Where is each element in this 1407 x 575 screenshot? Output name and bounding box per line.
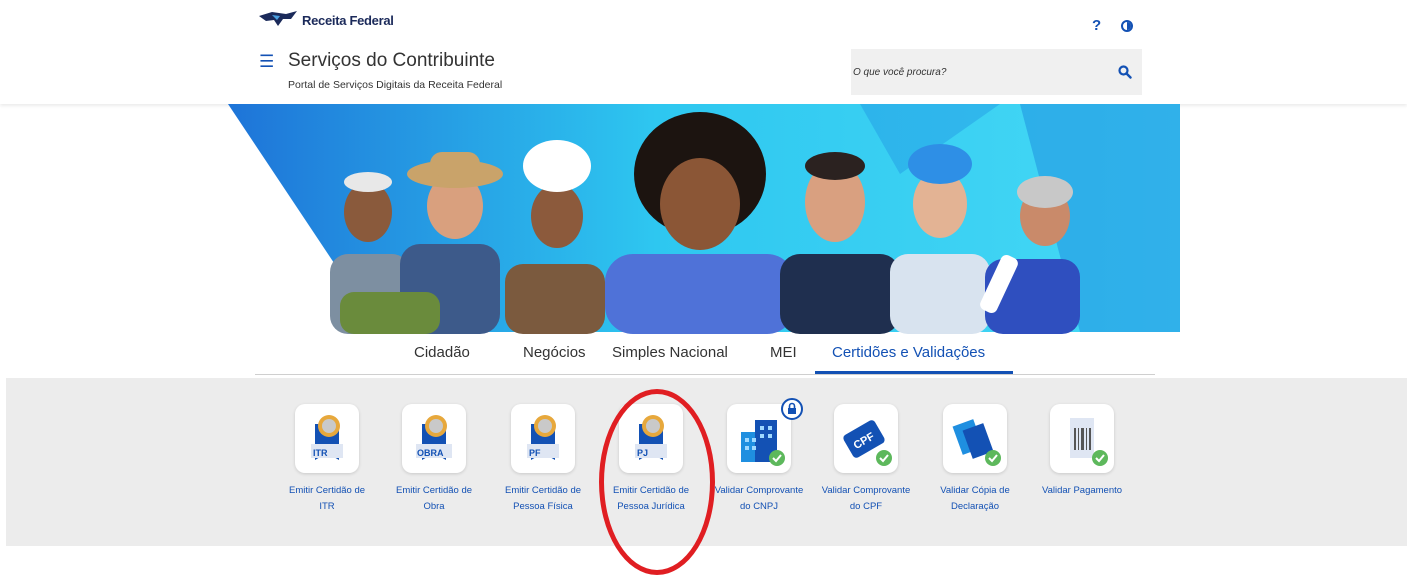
active-tab-indicator — [815, 371, 1013, 374]
page-title: Serviços do Contribuinte — [288, 50, 495, 71]
site-header: Receita Federal ☰ Serviços do Contribuin… — [0, 0, 1407, 104]
svg-text:PF: PF — [529, 448, 541, 458]
tab-simples-nacional[interactable]: Simples Nacional — [612, 344, 728, 361]
page-subtitle: Portal de Serviços Digitais da Receita F… — [288, 79, 503, 91]
certificate-ribbon-icon: OBRA — [402, 404, 466, 473]
logo-text: Receita Federal — [302, 12, 394, 28]
service-card-validar-pagamento[interactable]: Validar Pagamento — [1036, 404, 1128, 499]
barcode-check-icon — [1050, 404, 1114, 473]
svg-text:OBRA: OBRA — [417, 448, 444, 458]
search-icon[interactable] — [1118, 65, 1132, 79]
service-card-certidao-obra[interactable]: OBRA Emitir Certidão de Obra — [388, 404, 480, 514]
documents-check-icon — [943, 404, 1007, 473]
service-label: Emitir Certidão de Obra — [395, 485, 473, 512]
service-label: Validar Cópia de Declaração — [940, 485, 1010, 512]
service-card-certidao-itr[interactable]: ITR Emitir Certidão de ITR — [281, 404, 373, 514]
service-label: Validar Comprovante do CNPJ — [714, 485, 804, 512]
tab-mei[interactable]: MEI — [770, 344, 797, 361]
service-label: Validar Comprovante do CPF — [821, 485, 911, 512]
search-bar — [851, 49, 1142, 95]
svg-text:ITR: ITR — [313, 448, 328, 458]
category-tabs: Cidadão Negócios Simples Nacional MEI Ce… — [255, 334, 1155, 375]
service-card-validar-cpf[interactable]: CPF Validar Comprovante do CPF — [820, 404, 912, 514]
service-card-validar-cnpj[interactable]: Validar Comprovante do CNPJ — [713, 398, 805, 514]
contrast-icon[interactable] — [1121, 20, 1133, 32]
service-card-certidao-pf[interactable]: PF Emitir Certidão de Pessoa Física — [497, 404, 589, 514]
hero-banner — [0, 104, 1407, 334]
building-check-icon — [727, 398, 803, 473]
cpf-card-check-icon: CPF — [834, 404, 898, 473]
lock-icon — [781, 398, 803, 420]
certificate-ribbon-icon: PF — [511, 404, 575, 473]
tab-cidadao[interactable]: Cidadão — [414, 344, 470, 361]
service-label: Emitir Certidão de Pessoa Física — [504, 485, 582, 512]
hamburger-icon[interactable]: ☰ — [259, 53, 274, 70]
certificate-ribbon-icon: ITR — [295, 404, 359, 473]
hero-banner-image — [228, 104, 1180, 334]
receita-federal-logo[interactable]: Receita Federal — [258, 10, 394, 30]
service-label: Validar Pagamento — [1041, 485, 1123, 496]
help-button[interactable]: ? — [1092, 17, 1101, 34]
eagle-logo-icon — [259, 11, 297, 26]
tab-certidoes-e-validacoes[interactable]: Certidões e Validações — [832, 344, 985, 361]
search-input[interactable] — [851, 49, 1101, 95]
highlight-ring — [599, 389, 715, 575]
service-label: Emitir Certidão de ITR — [288, 485, 366, 512]
tab-negocios[interactable]: Negócios — [523, 344, 586, 361]
service-card-validar-declaracao[interactable]: Validar Cópia de Declaração — [929, 404, 1021, 514]
